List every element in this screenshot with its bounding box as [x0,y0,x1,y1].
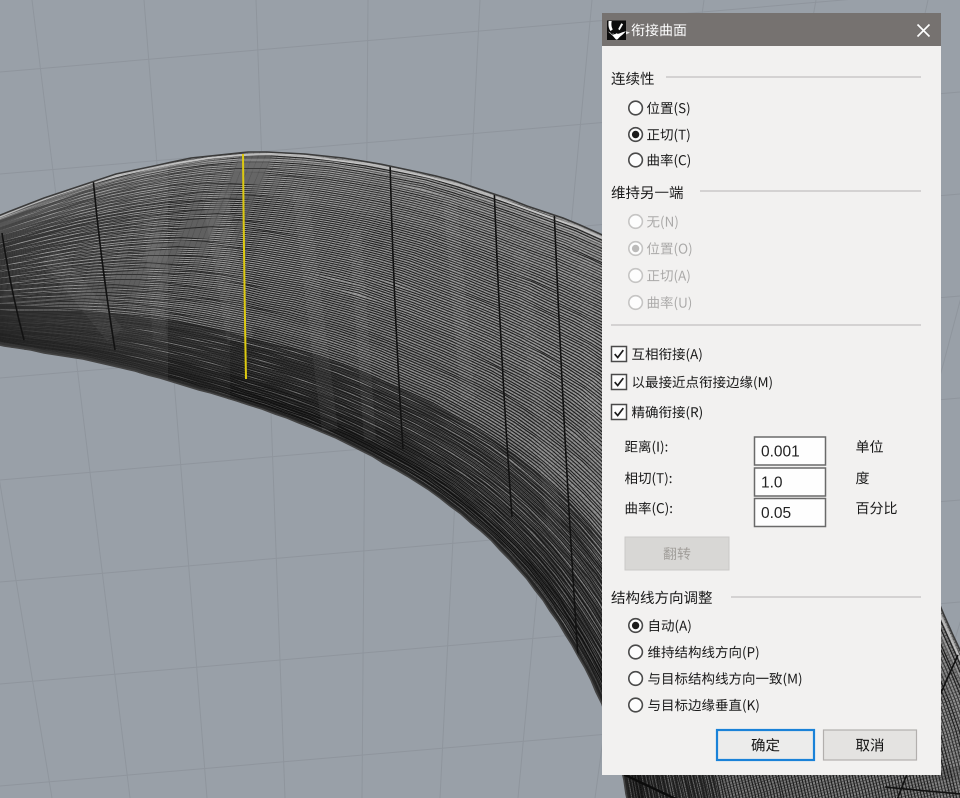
svg-text:0.05: 0.05 [761,505,791,522]
svg-text:0.001: 0.001 [761,444,800,461]
svg-text:1.0: 1.0 [761,475,783,492]
